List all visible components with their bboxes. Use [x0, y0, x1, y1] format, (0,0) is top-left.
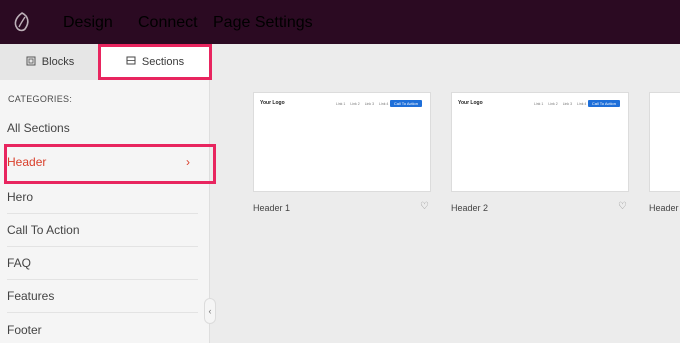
card-link: Link 2 — [548, 102, 558, 106]
card-label-header-1: Header 1 — [253, 203, 291, 213]
category-label: FAQ — [7, 256, 32, 270]
card-link: Link 4 — [577, 102, 587, 106]
top-bar: Design Connect Page Settings — [0, 0, 680, 44]
nav-page-settings[interactable]: Page Settings — [213, 14, 313, 32]
category-call-to-action[interactable]: Call To Action — [7, 214, 198, 247]
category-hero[interactable]: Hero — [7, 181, 198, 214]
category-features[interactable]: Features — [7, 280, 198, 313]
header-highlight-box — [4, 144, 216, 184]
tab-sections-label: Sections — [141, 56, 185, 68]
card-link: Link 4 — [379, 102, 389, 106]
category-label: Hero — [7, 190, 34, 204]
favorite-heart-icon[interactable]: ♡ — [420, 201, 429, 212]
card-link: Link 2 — [350, 102, 360, 106]
card-label-header-2: Header 2 — [451, 203, 489, 213]
card-link: Link 1 — [534, 102, 544, 106]
favorite-heart-icon[interactable]: ♡ — [618, 201, 627, 212]
category-faq[interactable]: FAQ — [7, 247, 198, 280]
nav-design[interactable]: Design — [63, 14, 113, 32]
card-link: Link 3 — [562, 102, 573, 106]
tab-blocks-label: Blocks — [41, 56, 75, 68]
card-label-header-3: Header — [649, 203, 679, 213]
sections-grid: Your Logo Link 1 Link 2 Link 3 Link 4 Ca… — [211, 44, 680, 343]
card-links: Link 1 Link 2 Link 3 Link 4 — [534, 102, 586, 106]
section-card-header-2[interactable]: Your Logo Link 1 Link 2 Link 3 Link 4 Ca… — [451, 92, 629, 192]
app-logo-icon[interactable] — [0, 0, 44, 44]
category-label: Features — [7, 289, 55, 303]
category-label: All Sections — [7, 120, 70, 135]
category-all-sections[interactable]: All Sections — [7, 111, 198, 144]
card-links: Link 1 Link 2 Link 3 Link 4 — [336, 102, 388, 106]
blocks-icon — [26, 56, 36, 69]
category-label: Call To Action — [7, 223, 80, 237]
tab-sections[interactable]: Sections — [98, 44, 212, 80]
category-label: Footer — [7, 322, 42, 337]
card-link: Link 3 — [364, 102, 375, 106]
card-logo: Your Logo — [260, 100, 285, 106]
card-logo: Your Logo — [458, 100, 483, 106]
section-card-header-1[interactable]: Your Logo Link 1 Link 2 Link 3 Link 4 Ca… — [253, 92, 431, 192]
category-footer[interactable]: Footer — [7, 313, 198, 343]
sidebar: Blocks Sections CATEGORIES: All Sections… — [0, 44, 216, 343]
card-link: Link 1 — [336, 102, 346, 106]
section-card-header-3[interactable] — [649, 92, 680, 192]
nav-connect[interactable]: Connect — [138, 14, 198, 32]
categories-label: CATEGORIES: — [8, 94, 73, 104]
card-cta-button: Call To Action — [587, 100, 620, 107]
tab-blocks[interactable]: Blocks — [0, 44, 100, 80]
sections-icon — [126, 56, 136, 68]
card-cta-button: Call To Action — [389, 100, 422, 107]
